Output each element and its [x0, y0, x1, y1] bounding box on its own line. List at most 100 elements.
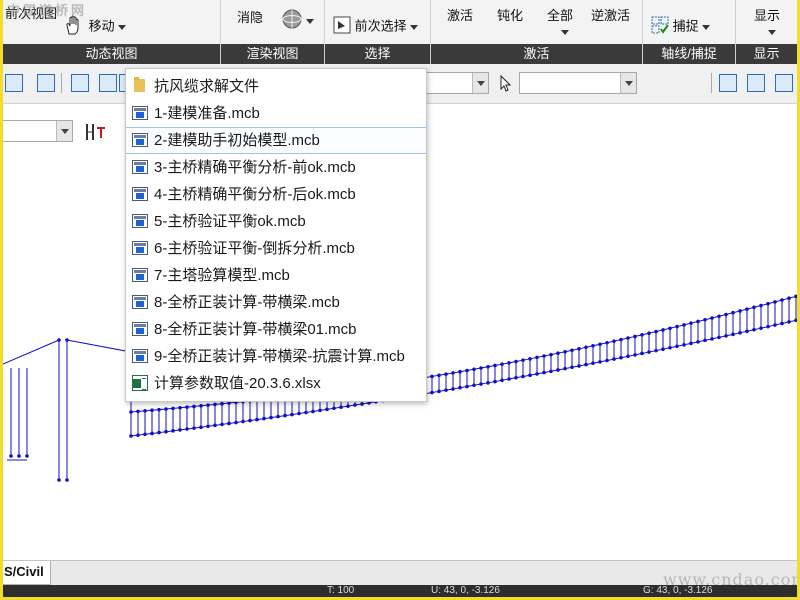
activate-label: 激活 — [447, 8, 474, 23]
main-cable — [3, 339, 60, 365]
ribbon-group-activate: 激活 钝化 全部 逆激活 激活 — [431, 0, 643, 64]
mcb-file-icon — [132, 322, 148, 336]
hide-button[interactable]: 消隐 — [237, 10, 263, 26]
ribbon-group-display: 显示 显示 — [736, 0, 797, 64]
mcb-file-icon — [132, 133, 148, 147]
inverse-activate-button[interactable]: 逆激活 — [591, 8, 630, 24]
toolbar-separator — [61, 73, 62, 93]
all-label: 全部 — [547, 8, 574, 23]
filter-combo[interactable] — [519, 72, 637, 94]
tab-civil[interactable]: S/Civil — [3, 561, 51, 585]
snap-icon — [651, 16, 669, 38]
menu-item-file[interactable]: 4-主桥精确平衡分析-后ok.mcb — [126, 181, 426, 208]
recent-files-menu: 抗风缆求解文件 1-建模准备.mcb 2-建模助手初始模型.mcb 3-主桥精确… — [125, 68, 427, 402]
menu-item-file[interactable]: 6-主桥验证平衡-倒拆分析.mcb — [126, 235, 426, 262]
grid-snap-icon[interactable] — [5, 74, 23, 92]
menu-item-file[interactable]: 8-全桥正装计算-带横梁.mcb — [126, 289, 426, 316]
status-field: U: 43, 0, -3.126 — [431, 585, 500, 596]
node-point — [794, 318, 797, 323]
snap-label: 捕捉 — [672, 18, 699, 34]
menu-item-label: 计算参数取值-20.3.6.xlsx — [154, 375, 321, 392]
display-button[interactable]: 显示 — [754, 8, 780, 40]
chevron-down-icon — [701, 24, 710, 30]
chevron-down-icon — [561, 30, 569, 36]
activate-button[interactable]: 激活 — [447, 8, 473, 24]
mcb-file-icon — [132, 349, 148, 363]
menu-item-label: 9-全桥正装计算-带横梁-抗震计算.mcb — [154, 348, 405, 365]
deactivate-label: 钝化 — [497, 8, 524, 23]
ribbon-group-label: 轴线/捕捉 — [643, 44, 735, 64]
node-snap-icon[interactable] — [719, 74, 737, 92]
mcb-file-icon — [132, 214, 148, 228]
menu-item-file[interactable]: 9-全桥正装计算-带横梁-抗震计算.mcb — [126, 343, 426, 370]
render-mode-dropdown[interactable] — [281, 8, 314, 34]
chevron-down-icon — [409, 24, 418, 30]
menu-item-label: 4-主桥精确平衡分析-后ok.mcb — [154, 186, 356, 203]
menu-item-label: 抗风缆求解文件 — [154, 78, 260, 95]
deactivate-button[interactable]: 钝化 — [497, 8, 523, 24]
node-point — [17, 454, 21, 458]
chevron-down-icon — [306, 18, 314, 24]
previous-select-icon — [333, 16, 351, 38]
menu-item-file[interactable]: 计算参数取值-20.3.6.xlsx — [126, 370, 426, 397]
mcb-file-icon — [132, 160, 148, 174]
menu-item-label: 7-主塔验算模型.mcb — [154, 267, 290, 284]
watermark: 中国道桥网 — [7, 3, 88, 18]
ribbon-group-render-view: 消隐 渲染视图 — [221, 0, 325, 64]
toolbar-separator — [711, 73, 712, 93]
node-point — [65, 338, 69, 342]
menu-item-label: 5-主桥验证平衡ok.mcb — [154, 213, 306, 230]
menu-item-file[interactable]: 7-主塔验算模型.mcb — [126, 262, 426, 289]
sphere-icon — [281, 8, 303, 34]
menu-item-file[interactable]: 5-主桥验证平衡ok.mcb — [126, 208, 426, 235]
mcb-file-icon — [132, 187, 148, 201]
menu-item-label: 8-全桥正装计算-带横梁.mcb — [154, 294, 340, 311]
ribbon-group-axis-snap: 捕捉 轴线/捕捉 — [643, 0, 736, 64]
menu-item-label: 1-建模准备.mcb — [154, 105, 260, 122]
all-button[interactable]: 全部 — [547, 8, 573, 40]
element-snap-icon[interactable] — [747, 74, 765, 92]
cursor-icon[interactable] — [497, 74, 515, 92]
chevron-down-icon[interactable] — [472, 73, 488, 93]
menu-item-folder[interactable]: 抗风缆求解文件 — [126, 73, 426, 100]
ribbon-group-select: 前次选择 选择 — [325, 0, 431, 64]
ribbon-group-label: 渲染视图 — [221, 44, 324, 64]
main-cable — [66, 339, 132, 353]
chevron-down-icon — [117, 24, 126, 30]
node-point — [9, 454, 13, 458]
ribbon: 前次视图 移动 动态视图 消隐 渲染视图 前次选择 选择 激活 钝化 全部 逆激… — [3, 0, 797, 64]
node-point — [57, 478, 61, 482]
menu-item-label: 3-主桥精确平衡分析-前ok.mcb — [154, 159, 356, 176]
zoom-fit-icon[interactable] — [99, 74, 117, 92]
mcb-file-icon — [132, 241, 148, 255]
ribbon-group-label: 选择 — [325, 44, 430, 64]
node-point — [65, 478, 69, 482]
mcb-file-icon — [132, 295, 148, 309]
tree-icon[interactable] — [37, 74, 55, 92]
watermark: www.cndao.com — [663, 570, 797, 589]
move-label: 移动 — [88, 18, 115, 34]
status-field: T: 100 — [327, 585, 355, 596]
grid-toggle-icon[interactable] — [775, 74, 793, 92]
previous-select-button[interactable]: 前次选择 — [333, 16, 418, 38]
ribbon-group-label: 激活 — [431, 44, 642, 64]
menu-item-file[interactable]: 3-主桥精确平衡分析-前ok.mcb — [126, 154, 426, 181]
ribbon-group-label: 动态视图 — [3, 44, 220, 64]
node-point — [794, 294, 797, 299]
menu-item-label: 6-主桥验证平衡-倒拆分析.mcb — [154, 240, 355, 257]
menu-item-label: 2-建模助手初始模型.mcb — [154, 132, 320, 149]
menu-item-file-highlighted[interactable]: 2-建模助手初始模型.mcb — [126, 127, 426, 154]
folder-icon — [134, 77, 145, 92]
chevron-down-icon[interactable] — [620, 73, 636, 93]
menu-item-file[interactable]: 8-全桥正装计算-带横梁01.mcb — [126, 316, 426, 343]
previous-select-label: 前次选择 — [354, 18, 407, 34]
display-label: 显示 — [754, 8, 781, 23]
menu-item-label: 8-全桥正装计算-带横梁01.mcb — [154, 321, 357, 338]
select-arrow-icon[interactable] — [71, 74, 89, 92]
chevron-down-icon — [768, 30, 776, 36]
hide-label: 消隐 — [237, 10, 264, 25]
snap-button[interactable]: 捕捉 — [651, 16, 710, 38]
mcb-file-icon — [132, 268, 148, 282]
inverse-activate-label: 逆激活 — [591, 8, 631, 23]
menu-item-file[interactable]: 1-建模准备.mcb — [126, 100, 426, 127]
